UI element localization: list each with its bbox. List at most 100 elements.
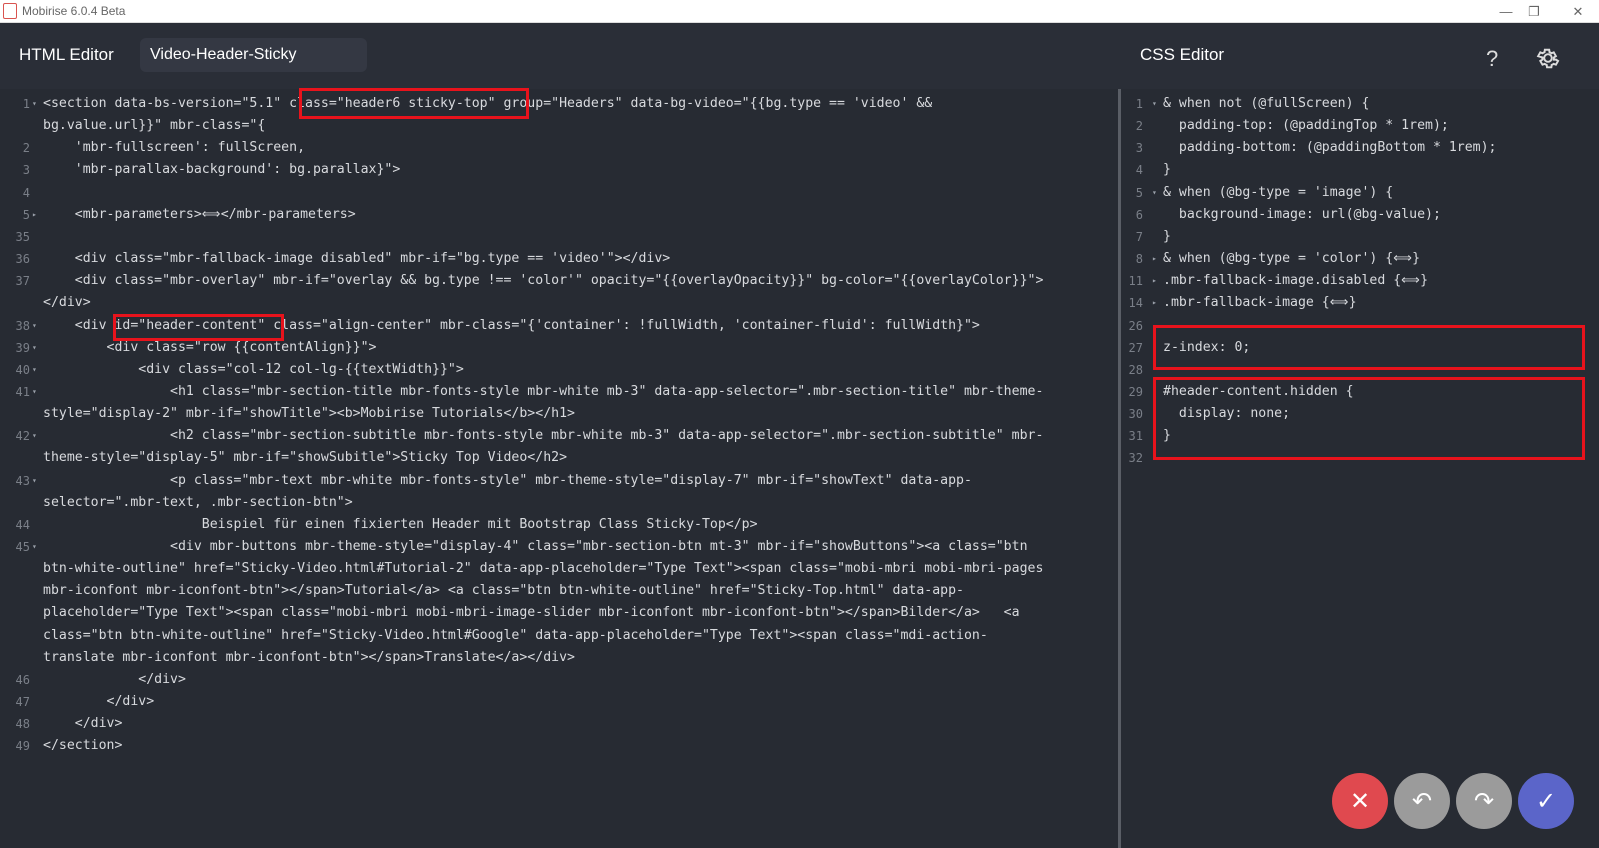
code-text: } <box>1163 228 1171 244</box>
code-text: <p class="mbr-text mbr-white mbr-fonts-s… <box>43 472 972 488</box>
cancel-button[interactable]: ✕ <box>1332 773 1388 829</box>
code-text: & when not (@fullScreen) { <box>1163 96 1370 111</box>
code-text: <div mbr-buttons mbr-theme-style="displa… <box>43 539 1028 554</box>
close-window-button[interactable]: ✕ <box>1563 1 1593 22</box>
code-text: Beispiel für einen fixierten Header mit … <box>43 516 758 532</box>
html-editor-title: HTML Editor <box>19 45 114 64</box>
line-number: 6 <box>1135 207 1143 222</box>
undo-button[interactable]: ↶ <box>1394 773 1450 829</box>
fold-toggle-icon[interactable]: ▸ <box>1152 248 1157 270</box>
line-number: 30 <box>1128 407 1143 422</box>
code-text: </div> <box>43 694 155 710</box>
line-number: 3 <box>1135 141 1143 156</box>
fold-toggle-icon[interactable]: ▾ <box>32 337 37 359</box>
line-number: 41 <box>15 384 30 399</box>
code-text: translate mbr-iconfont mbr-iconfont-btn"… <box>43 649 575 665</box>
fold-toggle-icon[interactable]: ▾ <box>32 359 37 381</box>
code-text: </div> <box>43 671 186 687</box>
line-number: 7 <box>1135 229 1143 244</box>
code-text: .mbr-fallback-image.disabled {⟺} <box>1163 273 1429 289</box>
line-number: 43 <box>15 473 30 488</box>
fold-toggle-icon[interactable]: ▾ <box>32 381 37 403</box>
line-number: 28 <box>1128 362 1143 377</box>
css-editor-pane[interactable]: 1 ▾ & when not (@fullScreen) { 2 padding-to… <box>1121 89 1599 848</box>
code-text: theme-style="display-5" mbr-if="showSubi… <box>43 450 568 466</box>
code-text: <div class="col-12 col-lg-{{textWidth}}"… <box>43 361 464 377</box>
code-text: <div class="mbr-fallback-image disabled"… <box>43 251 671 267</box>
line-number: 45 <box>15 540 30 554</box>
code-text: mbr-iconfont mbr-iconfont-btn"></span>Tu… <box>43 583 964 599</box>
fold-toggle-icon[interactable]: ▸ <box>1152 270 1157 292</box>
line-number: 46 <box>15 672 30 687</box>
css-editor-title: CSS Editor <box>1140 45 1225 64</box>
line-number: 32 <box>1128 451 1143 466</box>
fold-toggle-icon[interactable]: ▾ <box>32 425 37 447</box>
fold-toggle-icon[interactable]: ▾ <box>32 93 37 115</box>
line-number: 37 <box>15 274 30 289</box>
code-text: btn-white-outline" href="Sticky-Video.ht… <box>43 561 1044 577</box>
fold-toggle-icon[interactable]: ▸ <box>32 204 37 226</box>
code-text: </div> <box>43 295 91 311</box>
code-text: <mbr-parameters>⟺</mbr-parameters> <box>43 206 356 222</box>
restore-button[interactable]: ❐ <box>1519 1 1549 22</box>
code-text: 'mbr-fullscreen': fullScreen, <box>43 140 306 156</box>
line-number: 2 <box>1135 119 1143 134</box>
code-text: <h1 class="mbr-section-title mbr-fonts-s… <box>43 383 1044 399</box>
code-text: class="btn btn-white-outline" href="Stic… <box>43 627 988 643</box>
code-text: </section> <box>43 738 123 754</box>
code-text: bg.value.url}}" mbr-class="{ <box>43 118 266 134</box>
code-text: padding-top: (@paddingTop * 1rem); <box>1163 118 1449 134</box>
line-number: 27 <box>1128 340 1143 355</box>
highlight-hidden-rule <box>1153 377 1585 460</box>
fold-toggle-icon[interactable]: ▾ <box>1152 182 1157 204</box>
line-number: 35 <box>15 229 30 244</box>
editor-header: HTML Editor Video-Header-Sticky CSS Edit… <box>0 23 1599 89</box>
line-number: 49 <box>15 739 30 754</box>
line-number: 1 <box>22 97 30 111</box>
code-text: <h2 class="mbr-section-subtitle mbr-font… <box>43 428 1044 444</box>
code-text: <div class="mbr-overlay" mbr-if="overlay… <box>43 273 1044 289</box>
help-icon[interactable]: ? <box>1486 46 1498 72</box>
code-text: 'mbr-parallax-background': bg.parallax}"… <box>43 162 401 178</box>
line-number: 1 <box>1135 97 1143 111</box>
page-name-field[interactable]: Video-Header-Sticky <box>140 38 367 72</box>
code-text: & when (@bg-type = 'color') {⟺} <box>1163 251 1421 267</box>
html-editor-pane[interactable]: 1 ▾ <section data-bs-version="5.1" class="… <box>0 89 1118 848</box>
line-number: 4 <box>22 185 30 200</box>
line-number: 31 <box>1128 429 1143 444</box>
highlight-sticky-top <box>299 88 529 119</box>
line-number: 47 <box>15 695 30 710</box>
highlight-header-content-id <box>113 314 284 341</box>
gear-icon[interactable] <box>1535 45 1561 71</box>
line-number: 11 <box>1128 274 1143 289</box>
line-number: 2 <box>22 141 30 156</box>
code-text: </div> <box>43 716 123 732</box>
code-text: & when (@bg-type = 'image') { <box>1163 184 1394 200</box>
fold-toggle-icon[interactable]: ▾ <box>32 470 37 492</box>
line-number: 40 <box>15 362 30 377</box>
window-title: Mobirise 6.0.4 Beta <box>22 4 126 18</box>
fold-toggle-icon[interactable]: ▾ <box>32 315 37 337</box>
code-text: padding-bottom: (@paddingBottom * 1rem); <box>1163 140 1497 156</box>
title-bar: Mobirise 6.0.4 Beta — ❐ ✕ <box>0 0 1599 23</box>
line-number: 39 <box>15 340 30 355</box>
line-number: 44 <box>15 517 30 532</box>
fold-toggle-icon[interactable]: ▾ <box>1152 93 1157 115</box>
line-number: 14 <box>1128 296 1143 311</box>
mobirise-app-icon <box>3 3 17 19</box>
fold-toggle-icon[interactable]: ▸ <box>1152 292 1157 314</box>
code-text: background-image: url(@bg-value); <box>1163 206 1441 222</box>
code-text: } <box>1163 162 1171 178</box>
save-button[interactable]: ✓ <box>1518 773 1574 829</box>
line-number: 3 <box>22 163 30 178</box>
code-text: .mbr-fallback-image {⟺} <box>1163 295 1357 311</box>
line-number: 29 <box>1128 384 1143 399</box>
line-number: 26 <box>1128 318 1143 333</box>
redo-button[interactable]: ↷ <box>1456 773 1512 829</box>
fold-toggle-icon[interactable]: ▾ <box>32 536 37 558</box>
highlight-z-index <box>1153 325 1585 370</box>
line-number: 4 <box>1135 163 1143 178</box>
line-number: 5 <box>22 207 30 222</box>
minimize-button[interactable]: — <box>1491 1 1521 22</box>
line-number: 48 <box>15 717 30 732</box>
